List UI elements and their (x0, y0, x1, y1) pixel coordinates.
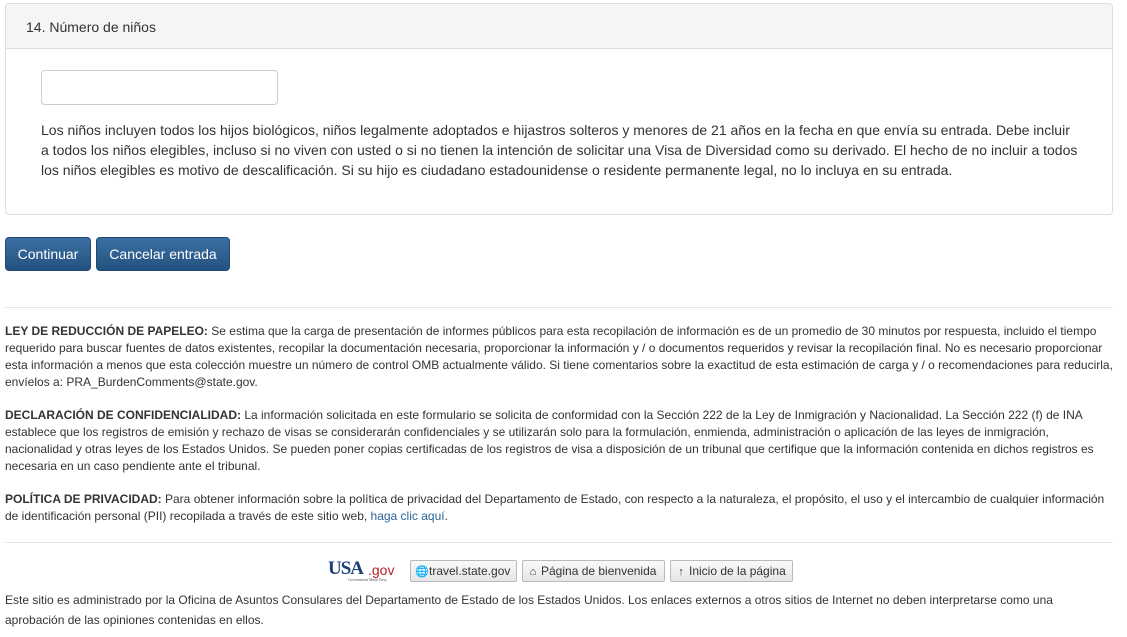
travel-link-label: travel.state.gov (429, 564, 511, 578)
welcome-page-link[interactable]: ⌂ Página de bienvenida (522, 560, 665, 582)
question-help-text: Los niños incluyen todos los hijos bioló… (41, 122, 1078, 178)
privacy-link[interactable]: haga clic aquí (371, 509, 445, 523)
arrow-up-icon: ↑ (678, 566, 684, 578)
logo-tagline: Government Made Easy (348, 577, 387, 582)
logo-gov: .gov (368, 562, 395, 578)
top-link-label: Inicio de la página (689, 564, 786, 578)
paperwork-notice: LEY DE REDUCCIÓN DE PAPELEO: Se estima q… (5, 323, 1115, 391)
question-panel: 14. Número de niños Los niños incluyen t… (5, 3, 1113, 215)
privacy-heading: POLÍTICA DE PRIVACIDAD: (5, 492, 162, 506)
divider (5, 542, 1113, 543)
cancel-entry-button[interactable]: Cancelar entrada (96, 237, 230, 271)
divider (5, 307, 1113, 308)
privacy-end: . (444, 509, 448, 523)
question-title: 14. Número de niños (6, 4, 1112, 49)
confidentiality-notice: DECLARACIÓN DE CONFIDENCIALIDAD: La info… (5, 407, 1115, 475)
privacy-notice: POLÍTICA DE PRIVACIDAD: Para obtener inf… (5, 491, 1115, 525)
usa-gov-logo[interactable]: USA .gov Government Made Easy (326, 558, 406, 583)
number-of-children-input[interactable] (41, 70, 278, 105)
travel-state-gov-link[interactable]: 🌐travel.state.gov (410, 560, 517, 582)
top-of-page-link[interactable]: ↑ Inicio de la página (670, 560, 793, 582)
globe-icon: 🌐 (415, 566, 429, 578)
privacy-text: Para obtener información sobre la políti… (5, 492, 1105, 523)
paperwork-heading: LEY DE REDUCCIÓN DE PAPELEO: (5, 324, 208, 338)
home-icon: ⌂ (529, 566, 537, 578)
welcome-link-label: Página de bienvenida (541, 564, 657, 578)
continue-button[interactable]: Continuar (5, 237, 91, 271)
confidentiality-heading: DECLARACIÓN DE CONFIDENCIALIDAD: (5, 408, 241, 422)
site-admin-text: Este sitio es administrado por la Oficin… (5, 593, 1053, 627)
